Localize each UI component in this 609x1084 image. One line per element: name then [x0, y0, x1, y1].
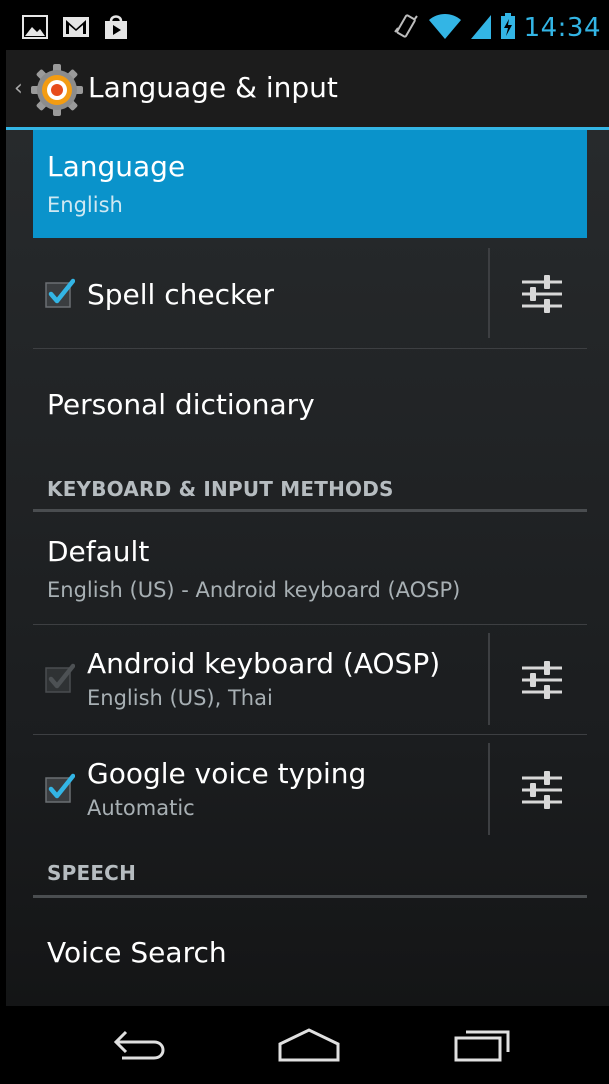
section-header-line — [33, 895, 587, 898]
google-voice-typing-item[interactable]: Google voice typing Automatic — [33, 743, 587, 835]
android-keyboard-item[interactable]: Android keyboard (AOSP) English (US), Th… — [33, 633, 587, 725]
language-item[interactable]: Language English — [33, 130, 587, 238]
default-title: Default — [47, 535, 150, 568]
notification-icons — [22, 14, 128, 44]
android-keyboard-summary: English (US), Thai — [87, 686, 273, 710]
page-title: Language & input — [88, 71, 338, 104]
navigation-bar — [6, 1006, 609, 1084]
speech-section-header: SPEECH — [47, 861, 137, 885]
action-bar[interactable]: ‹ Language & input — [6, 50, 609, 127]
divider — [33, 624, 587, 625]
store-bag-icon — [104, 14, 128, 44]
home-icon[interactable] — [276, 1024, 342, 1068]
google-voice-typing-title: Google voice typing — [87, 757, 367, 790]
android-keyboard-separator — [488, 633, 490, 725]
recents-icon[interactable] — [452, 1024, 514, 1068]
voice-search-title: Voice Search — [47, 936, 227, 969]
personal-dictionary-title: Personal dictionary — [47, 388, 315, 421]
back-icon[interactable] — [110, 1024, 172, 1068]
status-time: 14:34 — [523, 13, 601, 43]
section-header-line — [33, 509, 587, 512]
settings-gear-icon[interactable] — [30, 63, 84, 121]
google-voice-typing-checkbox[interactable] — [45, 773, 76, 807]
default-keyboard-item[interactable]: Default English (US) - Android keyboard … — [33, 515, 587, 623]
divider — [33, 348, 587, 349]
language-title: Language — [47, 150, 186, 183]
voice-search-item[interactable]: Voice Search — [33, 902, 587, 1002]
settings-list[interactable]: Language English Spell checker Personal … — [6, 130, 609, 1006]
spell-checker-title: Spell checker — [87, 278, 274, 311]
spell-checker-item[interactable]: Spell checker — [33, 248, 587, 338]
spell-checker-separator — [488, 248, 490, 338]
system-icons: 14:34 — [392, 10, 601, 46]
android-keyboard-checkbox[interactable] — [45, 663, 76, 697]
vibrate-icon — [392, 12, 420, 44]
android-keyboard-settings-icon[interactable] — [520, 660, 564, 704]
wifi-icon — [428, 12, 462, 44]
default-summary: English (US) - Android keyboard (AOSP) — [47, 578, 461, 602]
android-keyboard-title: Android keyboard (AOSP) — [87, 647, 441, 680]
battery-charging-icon — [500, 12, 516, 44]
signal-icon — [470, 12, 492, 44]
up-caret-icon[interactable]: ‹ — [14, 76, 23, 101]
keyboard-section-header: KEYBOARD & INPUT METHODS — [47, 477, 394, 501]
divider — [33, 734, 587, 735]
google-voice-typing-settings-icon[interactable] — [520, 770, 564, 814]
picture-icon — [22, 15, 48, 43]
personal-dictionary-item[interactable]: Personal dictionary — [33, 358, 587, 450]
spell-checker-checkbox[interactable] — [45, 278, 76, 312]
status-bar: 14:34 — [6, 6, 609, 50]
language-summary: English — [47, 193, 123, 217]
spell-checker-settings-icon[interactable] — [520, 274, 564, 318]
google-voice-typing-separator — [488, 743, 490, 835]
screen: 14:34 ‹ Language & input Language Englis… — [0, 0, 609, 1084]
google-voice-typing-summary: Automatic — [87, 796, 195, 820]
gmail-icon — [62, 15, 90, 43]
